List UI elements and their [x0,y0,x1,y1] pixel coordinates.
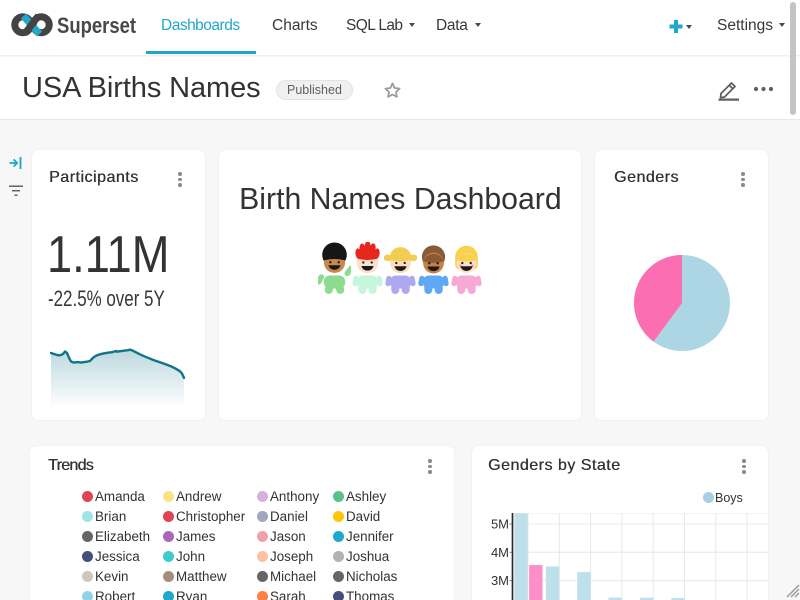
svg-text:4M: 4M [491,545,509,560]
svg-text:3M: 3M [491,573,509,588]
svg-text:5M: 5M [491,517,509,532]
